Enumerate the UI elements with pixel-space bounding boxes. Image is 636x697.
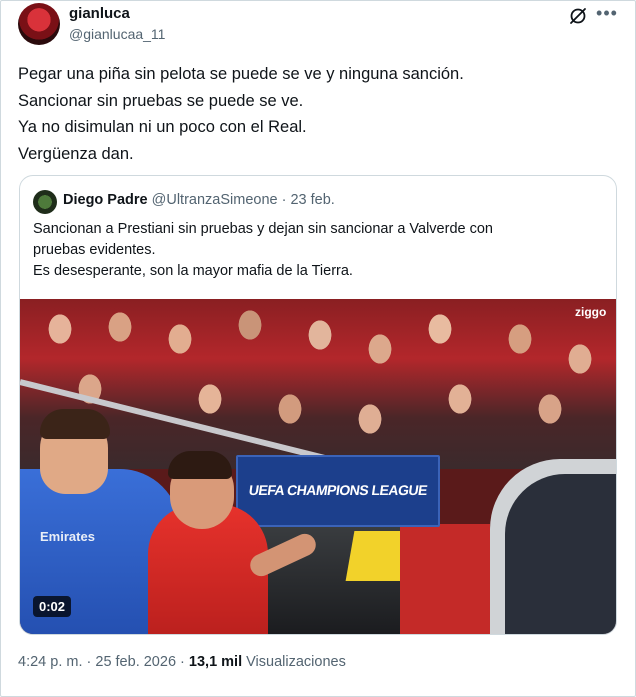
author-name[interactable]: gianluca: [69, 5, 130, 22]
player-blue-hair: [40, 409, 110, 439]
more-dots-icon[interactable]: •••: [596, 3, 618, 23]
quoted-tweet-text: Sancionan a Prestiani sin pruebas y deja…: [33, 219, 603, 282]
author-handle[interactable]: @gianlucaa_11: [69, 26, 165, 42]
tweet-line: Vergüenza dan.: [18, 144, 134, 163]
views-count[interactable]: 13,1 mil: [189, 654, 242, 670]
views-label[interactable]: Visualizaciones: [242, 654, 346, 670]
author-avatar[interactable]: [18, 3, 60, 45]
ad-board: UEFA CHAMPIONS LEAGUE: [236, 455, 440, 527]
tweet-footer: 4:24 p. m. · 25 feb. 2026 · 13,1 mil Vis…: [18, 654, 346, 670]
video-duration-badge: 0:02: [33, 596, 72, 617]
stadium-crowd: [20, 299, 616, 469]
quoted-line: Sancionan a Prestiani sin pruebas y deja…: [33, 221, 493, 237]
quoted-author-avatar[interactable]: [33, 190, 57, 214]
player-red-hair: [168, 451, 232, 479]
red-block: [400, 524, 490, 634]
quoted-author-name[interactable]: Diego Padre: [63, 192, 148, 208]
quoted-line: Es desesperante, son la mayor mafia de l…: [33, 263, 353, 279]
post-date[interactable]: 25 feb. 2026: [95, 654, 176, 670]
tweet-line: Ya no disimulan ni un poco con el Real.: [18, 118, 307, 136]
grok-slash-icon[interactable]: [568, 6, 588, 26]
quoted-line: pruebas evidentes.: [33, 242, 156, 258]
post-time[interactable]: 4:24 p. m.: [18, 654, 82, 670]
separator-dot: ·: [82, 654, 96, 670]
broadcaster-logo: ziggo: [575, 305, 607, 319]
separator-dot: ·: [176, 654, 189, 670]
tweet-line: Sancionar sin pruebas se puede se ve.: [18, 91, 304, 110]
quoted-tweet-header: Diego Padre @UltranzaSimeone · 23 feb.: [63, 192, 335, 208]
tweet-text: Pegar una piña sin pelota se puede se ve…: [18, 61, 608, 167]
tweet-line: Pegar una piña sin pelota se puede se ve…: [18, 65, 464, 83]
quoted-tweet[interactable]: Diego Padre @UltranzaSimeone · 23 feb. S…: [19, 175, 617, 635]
video-player[interactable]: UEFA CHAMPIONS LEAGUE Emirates ziggo 0:0…: [20, 299, 616, 634]
dugout-inner: [505, 474, 616, 634]
quoted-date[interactable]: 23 feb.: [290, 192, 334, 208]
ad-board-text: UEFA CHAMPIONS LEAGUE: [247, 482, 429, 498]
quoted-author-handle[interactable]: @UltranzaSimeone: [152, 192, 278, 208]
separator-dot: ·: [277, 192, 291, 208]
shirt-sponsor: Emirates: [40, 529, 95, 544]
